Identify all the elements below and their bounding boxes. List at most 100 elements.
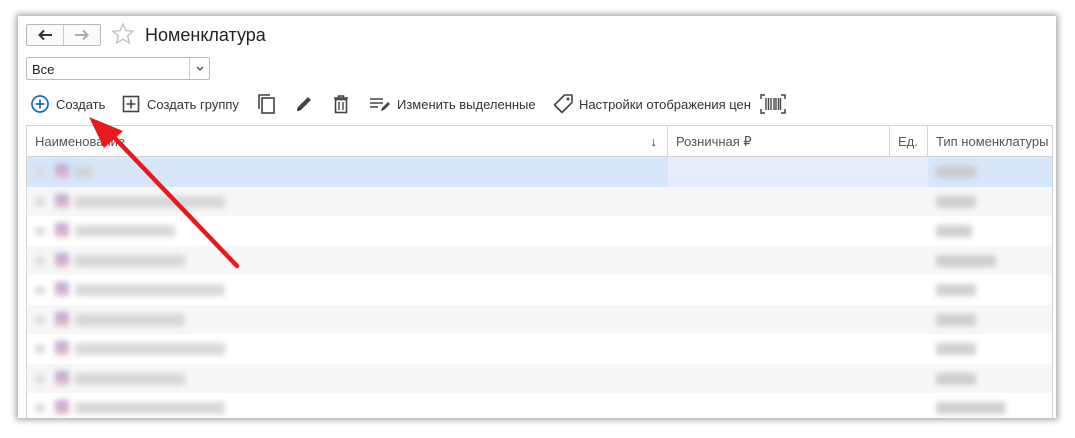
- row-type-icon: [55, 282, 69, 296]
- favorite-button[interactable]: [111, 22, 135, 49]
- row-marker: [35, 197, 45, 206]
- table-cell-price: [668, 334, 890, 364]
- table-row[interactable]: [27, 157, 1052, 187]
- table-cell-price: [668, 393, 890, 418]
- table-cell-price: [668, 246, 890, 276]
- row-marker: [35, 404, 45, 412]
- row-marker: [35, 168, 45, 176]
- table-cell-unit: [890, 246, 928, 276]
- table-row[interactable]: [27, 363, 1052, 394]
- table-cell-unit: [890, 393, 928, 418]
- column-header-unit[interactable]: Ед.: [890, 126, 928, 157]
- column-header-item-type[interactable]: Тип номенклатуры: [928, 126, 1052, 157]
- row-type-icon: [55, 311, 69, 326]
- row-type-redacted: [936, 372, 976, 385]
- edit-selected-button[interactable]: Изменить выделенные: [369, 90, 536, 118]
- row-type-redacted: [936, 402, 1006, 414]
- create-group-label: Создать группу: [147, 96, 239, 112]
- chevron-down-icon: [196, 66, 203, 71]
- back-button[interactable]: [27, 25, 63, 45]
- row-type-redacted: [936, 284, 976, 296]
- star-icon: [111, 22, 135, 45]
- table-cell-price: [668, 187, 890, 217]
- tag-icon: [553, 94, 573, 114]
- row-type-redacted: [936, 343, 976, 355]
- table-cell-unit: [890, 364, 928, 394]
- row-type-icon: [55, 341, 69, 355]
- table-row[interactable]: [27, 334, 1052, 364]
- table-cell-name: [27, 157, 668, 187]
- arrow-left-icon: [38, 29, 52, 41]
- row-name-redacted: [75, 254, 185, 267]
- table-row[interactable]: [27, 275, 1052, 305]
- row-type-redacted: [936, 313, 976, 326]
- row-name-redacted: [75, 343, 225, 355]
- copy-button[interactable]: [256, 90, 276, 118]
- table-cell-price: [668, 364, 890, 394]
- copy-icon: [258, 94, 275, 114]
- nomenclature-window: Номенклатура Все Создать Создать группу: [18, 16, 1056, 418]
- create-label: Создать: [56, 96, 106, 112]
- price-settings-label: Настройки отображения цен: [579, 96, 751, 112]
- plus-circle-icon: [31, 95, 49, 113]
- title-bar: Номенклатура: [18, 16, 1056, 56]
- trash-icon: [334, 95, 348, 114]
- table-body: [27, 157, 1052, 418]
- row-type-redacted: [936, 254, 996, 267]
- row-marker: [35, 286, 45, 294]
- navigation-group: [26, 24, 101, 46]
- table-cell-unit: [890, 187, 928, 217]
- row-type-redacted: [936, 225, 972, 237]
- table-row[interactable]: [27, 186, 1052, 217]
- table-cell-unit: [890, 305, 928, 335]
- delete-button[interactable]: [332, 90, 350, 118]
- arrow-right-icon: [75, 29, 89, 41]
- row-type-icon: [55, 164, 69, 178]
- row-name-redacted: [75, 225, 175, 237]
- row-name-redacted: [75, 195, 225, 208]
- table-cell-price: [668, 275, 890, 305]
- row-name-redacted: [75, 372, 185, 385]
- edit-selected-label: Изменить выделенные: [397, 96, 536, 112]
- table-header: Наименование ↓ Розничная ₽ Ед. Тип номен…: [27, 126, 1052, 157]
- table-cell-unit: [890, 157, 928, 187]
- table-row[interactable]: [27, 304, 1052, 335]
- row-type-icon: [55, 252, 69, 267]
- create-button[interactable]: Создать: [30, 90, 105, 118]
- sort-descending-icon: ↓: [650, 134, 658, 149]
- row-name-redacted: [75, 284, 225, 296]
- row-type-redacted: [936, 195, 976, 208]
- row-name-redacted: [75, 313, 185, 326]
- row-marker: [35, 345, 45, 353]
- price-settings-button[interactable]: Настройки отображения цен: [552, 90, 751, 118]
- barcode-button[interactable]: [760, 90, 786, 118]
- table-cell-unit: [890, 275, 928, 305]
- row-marker: [35, 374, 45, 383]
- row-type-icon: [55, 223, 69, 237]
- page-title: Номенклатура: [145, 25, 266, 45]
- table-cell-price: [668, 216, 890, 246]
- plus-square-icon: [122, 95, 140, 113]
- table-cell-unit: [890, 216, 928, 246]
- row-type-redacted: [936, 166, 976, 178]
- table-cell-price: [668, 305, 890, 335]
- list-edit-icon: [370, 98, 390, 111]
- create-group-button[interactable]: Создать группу: [122, 90, 239, 118]
- row-marker: [35, 315, 45, 324]
- forward-button[interactable]: [63, 25, 100, 45]
- filter-dropdown-button[interactable]: [189, 58, 209, 79]
- column-header-name[interactable]: Наименование ↓: [27, 126, 668, 157]
- table-row[interactable]: [27, 216, 1052, 246]
- table-cell-unit: [890, 334, 928, 364]
- edit-button[interactable]: [294, 90, 314, 118]
- command-bar: Создать Создать группу Изменить выделенн…: [18, 90, 1056, 118]
- table-row[interactable]: [27, 245, 1052, 276]
- row-type-icon: [55, 400, 69, 414]
- row-type-icon: [55, 193, 69, 208]
- column-header-retail-price[interactable]: Розничная ₽: [668, 126, 890, 157]
- table-row[interactable]: [27, 393, 1052, 418]
- row-name-redacted: [75, 402, 225, 414]
- filter-select[interactable]: Все: [26, 57, 210, 80]
- row-name-redacted: [75, 166, 93, 178]
- row-type-icon: [55, 370, 69, 385]
